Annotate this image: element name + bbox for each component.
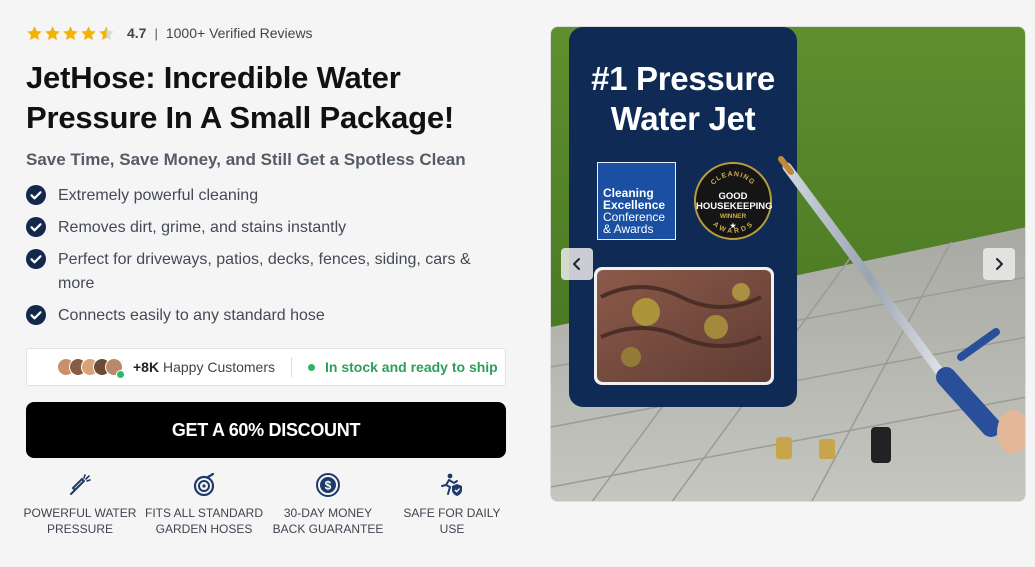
pressure-wand-icon [70,474,91,495]
benefit-item: Removes dirt, grime, and stains instantl… [26,216,506,240]
customer-avatars [57,358,125,379]
discount-button[interactable]: GET A 60% DISCOUNT [26,402,506,458]
good-housekeeping-award: CLEANING AWARDS GOOD HOUSEKEEPING WINNER… [694,162,773,240]
product-info: 4.7 | 1000+ Verified Reviews JetHose: In… [26,20,506,336]
happy-customers: +8K Happy Customers [133,359,275,375]
feature-row: POWERFUL WATER PRESSURE FITS ALL STANDAR… [18,472,514,537]
svg-text:$: $ [325,479,332,493]
star-icon [63,25,78,40]
reviews-count[interactable]: 1000+ Verified Reviews [166,25,313,41]
gallery-prev-button[interactable] [561,248,593,280]
chevron-left-icon [573,258,580,270]
feature-item: $ 30-DAY MONEY BACK GUARANTEE [266,472,390,537]
star-icon [27,25,42,40]
rating-row[interactable]: 4.7 | 1000+ Verified Reviews [26,20,506,46]
benefit-item: Connects easily to any standard hose [26,304,506,328]
product-gallery[interactable]: #1 Pressure Water Jet Cleaning Excellenc… [550,26,1026,502]
check-circle-icon [26,185,46,205]
feature-item: FITS ALL STANDARD GARDEN HOSES [142,472,266,537]
product-subtitle: Save Time, Save Money, and Still Get a S… [26,150,466,169]
safe-shield-icon [441,473,462,496]
hose-reel-icon [193,472,215,497]
award-ring: CLEANING AWARDS [710,171,756,235]
promo-heading: #1 Pressure Water Jet [591,60,775,137]
check-circle-icon [26,305,46,325]
check-circle-icon [26,249,46,269]
award-line: & Awards [603,222,654,236]
benefit-item: Perfect for driveways, patios, decks, fe… [26,248,506,296]
feature-label: FITS ALL STANDARD GARDEN HOSES [144,506,264,536]
star-icon [45,25,60,40]
money-back-icon: $ [316,473,340,497]
rating-value: 4.7 [127,25,147,41]
benefit-text: Extremely powerful cleaning [58,187,259,204]
feature-label: POWERFUL WATER PRESSURE [23,506,137,536]
star-icon [81,25,96,40]
customers-count: +8K [133,359,160,375]
check-circle-icon [26,217,46,237]
star-rating [26,25,115,42]
benefit-text: Connects easily to any standard hose [58,307,325,324]
product-title: JetHose: Incredible Water Pressure In A … [26,60,455,135]
benefit-text: Perfect for driveways, patios, decks, fe… [58,251,471,292]
customers-label: Happy Customers [162,359,276,375]
cleaning-excellence-award: Cleaning Excellence Conference & Awards [597,162,676,240]
trust-divider [291,357,293,377]
chevron-right-icon [996,258,1003,270]
trust-bar: +8K Happy Customers In stock and ready t… [26,348,506,386]
award-ring-top: CLEANING [710,171,755,187]
verified-badge-icon [116,370,125,379]
benefits-list: Extremely powerful cleaning Removes dirt… [26,184,506,328]
feature-item: SAFE FOR DAILY USE [390,472,514,537]
half-star-icon [99,25,114,40]
gallery-next-button[interactable] [983,248,1015,280]
feature-label: SAFE FOR DAILY USE [403,506,501,536]
svg-text:AWARDS: AWARDS [711,221,754,235]
benefit-text: Removes dirt, grime, and stains instantl… [58,219,347,236]
award-ring-bottom: AWARDS [711,221,753,235]
rating-separator: | [154,25,158,41]
benefit-item: Extremely powerful cleaning [26,184,506,208]
svg-text:CLEANING: CLEANING [710,171,756,187]
feature-label: 30-DAY MONEY BACK GUARANTEE [272,506,384,536]
stock-dot-icon [308,363,316,371]
stock-status: In stock and ready to ship [325,359,498,375]
feature-item: POWERFUL WATER PRESSURE [18,472,142,537]
